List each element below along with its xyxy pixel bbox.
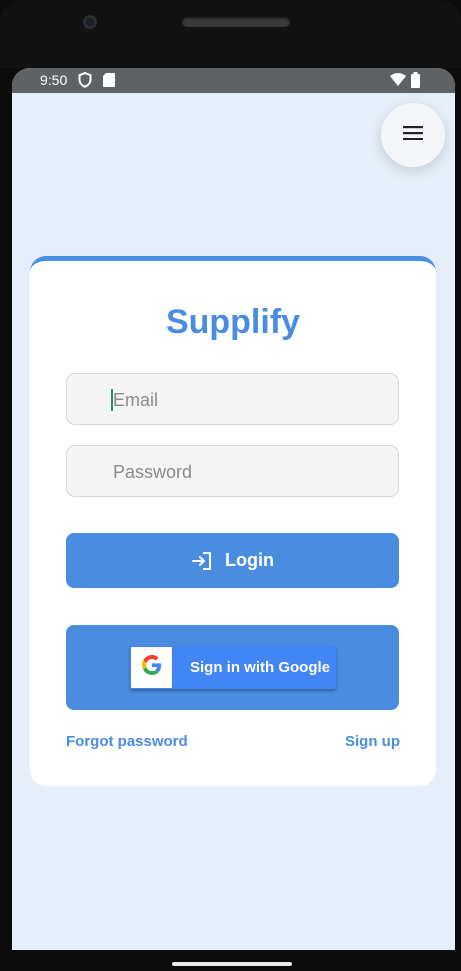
- google-g-icon: [141, 655, 162, 680]
- login-arrow-icon: [191, 551, 213, 571]
- home-indicator[interactable]: [172, 962, 292, 966]
- phone-bezel-top: [0, 0, 461, 68]
- sd-card-icon: [103, 73, 115, 90]
- text-cursor: [111, 389, 113, 411]
- login-button-label: Login: [225, 550, 274, 570]
- status-time: 9:50: [40, 72, 68, 88]
- menu-button[interactable]: [381, 103, 445, 167]
- email-field[interactable]: [66, 373, 399, 426]
- login-button[interactable]: Login: [66, 533, 399, 588]
- password-field[interactable]: [66, 445, 399, 498]
- phone-device: 9:50 Supplify Email Login Sign in with G…: [0, 0, 461, 971]
- battery-icon: [411, 72, 420, 91]
- google-signin-container: Sign in with Google: [66, 625, 399, 710]
- password-input[interactable]: [111, 446, 385, 498]
- hamburger-menu-icon: [403, 125, 423, 145]
- email-input[interactable]: [111, 374, 385, 426]
- app-screen: 9:50 Supplify Email Login Sign in with G…: [12, 68, 455, 950]
- status-bar: 9:50: [12, 68, 455, 93]
- sign-up-link[interactable]: Sign up: [345, 733, 400, 750]
- wifi-icon: [390, 73, 406, 90]
- forgot-password-link[interactable]: Forgot password: [66, 733, 188, 750]
- google-logo-box: [131, 647, 172, 688]
- login-card: Supplify Login: [30, 256, 436, 786]
- app-title: Supplify: [165, 303, 301, 341]
- google-signin-button[interactable]: Sign in with Google: [130, 646, 336, 689]
- navigation-bar: [0, 950, 461, 971]
- shield-icon: [78, 71, 92, 91]
- google-signin-label: Sign in with Google: [190, 659, 330, 676]
- earpiece-speaker: [182, 17, 290, 27]
- front-camera: [83, 15, 97, 29]
